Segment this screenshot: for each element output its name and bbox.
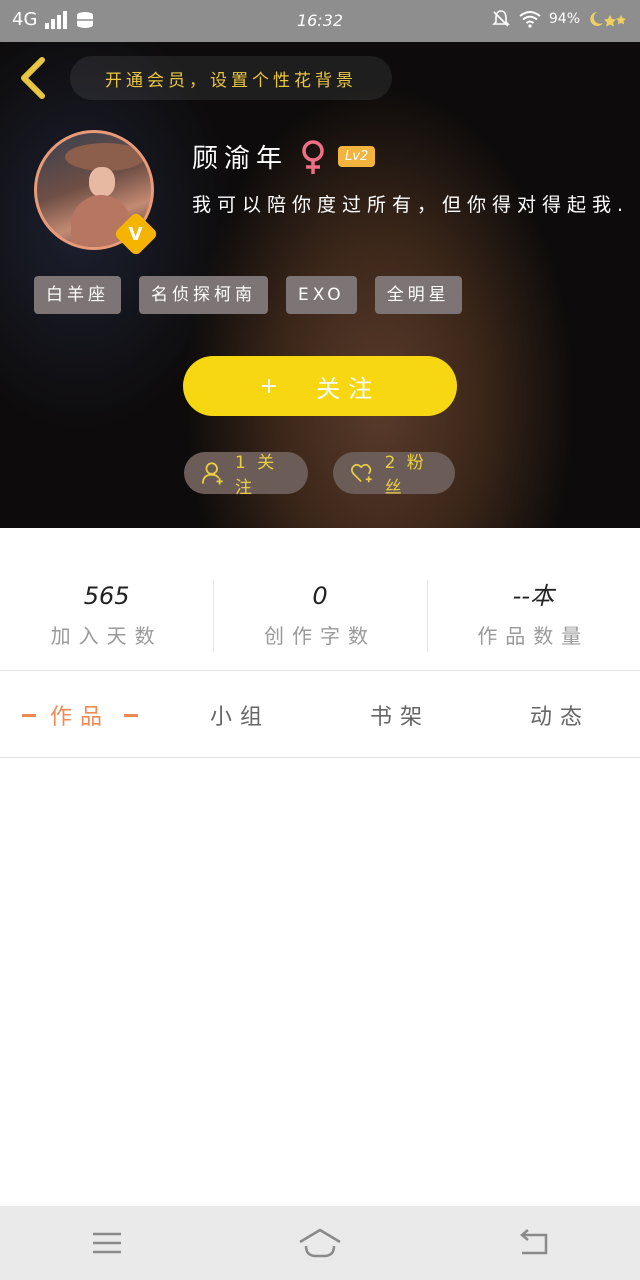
- mute-bell-icon: [491, 10, 510, 27]
- heart-plus-icon: [351, 463, 372, 483]
- stats-row: 565 加入天数 0 创作字数 --本 作品数量: [0, 578, 640, 660]
- stat-join-days: 565 加入天数: [0, 578, 213, 660]
- user-name: 顾渝年: [192, 144, 289, 174]
- stat-label: 创作字数: [263, 624, 376, 648]
- return-icon: [520, 1229, 548, 1255]
- stat-value: 0: [312, 582, 328, 610]
- avatar[interactable]: V: [34, 130, 159, 257]
- moon-stars-icon: [590, 12, 626, 27]
- tab-label: 小组: [209, 705, 270, 730]
- following-button[interactable]: 1 关注: [184, 452, 308, 498]
- chevron-left-icon: [21, 57, 45, 99]
- fans-label: 2 粉丝: [384, 453, 427, 498]
- system-nav-bar: [0, 1206, 640, 1280]
- plus-icon: +: [259, 373, 279, 399]
- menu-icon: [92, 1232, 121, 1254]
- tab-label: 作品: [49, 705, 110, 730]
- back-button[interactable]: [14, 56, 54, 100]
- stat-value: 565: [83, 582, 130, 610]
- user-signature: 我可以陪你度过所有，但你得对得起我.: [192, 194, 630, 216]
- follow-label: 关注: [316, 374, 381, 403]
- status-bar: 4G 16:32 94%: [0, 0, 640, 42]
- tag-item[interactable]: 白羊座: [34, 276, 121, 314]
- tab-label: 书架: [369, 705, 430, 730]
- divider: [0, 757, 640, 758]
- home-icon: [299, 1228, 341, 1258]
- name-row: 顾渝年 Lv2: [192, 138, 376, 175]
- status-right: 94%: [491, 9, 628, 29]
- stat-label: 作品数量: [477, 624, 590, 648]
- stat-value: --本: [512, 582, 554, 610]
- profile-header: 开通会员，设置个性花背景 V 顾渝年 Lv2 我可以陪你度过所有，但你得对得起我…: [0, 42, 640, 528]
- female-gender-icon: [302, 139, 324, 174]
- verified-badge-label: V: [129, 223, 143, 245]
- add-user-icon: [202, 462, 223, 485]
- tab-label: 动态: [529, 705, 590, 730]
- tag-item[interactable]: 名侦探柯南: [139, 276, 268, 314]
- vip-banner[interactable]: 开通会员，设置个性花背景: [70, 56, 392, 100]
- back-nav-button[interactable]: [493, 1213, 573, 1273]
- tab-activity[interactable]: 动态: [480, 672, 640, 758]
- stat-works-count: --本 作品数量: [426, 578, 640, 660]
- stat-word-count: 0 创作字数: [213, 578, 426, 660]
- following-label: 1 关注: [234, 453, 278, 498]
- tab-works[interactable]: 作品: [0, 672, 160, 758]
- fans-button[interactable]: 2 粉丝: [333, 452, 455, 498]
- level-badge: Lv2: [338, 146, 376, 167]
- tab-bar: 作品 小组 书架 动态: [0, 672, 640, 758]
- tab-bookshelf[interactable]: 书架: [320, 672, 480, 758]
- home-button[interactable]: [280, 1213, 360, 1273]
- follow-button[interactable]: + 关注: [183, 356, 457, 416]
- battery-percent: 94%: [548, 11, 580, 27]
- wifi-icon: [519, 11, 541, 28]
- tag-item[interactable]: 全明星: [374, 276, 462, 314]
- menu-button[interactable]: [67, 1213, 147, 1273]
- stat-label: 加入天数: [50, 624, 163, 648]
- tag-list: 白羊座 名侦探柯南 EXO 全明星: [34, 276, 462, 314]
- tag-item[interactable]: EXO: [286, 276, 357, 314]
- divider: [0, 670, 640, 671]
- tab-groups[interactable]: 小组: [160, 672, 320, 758]
